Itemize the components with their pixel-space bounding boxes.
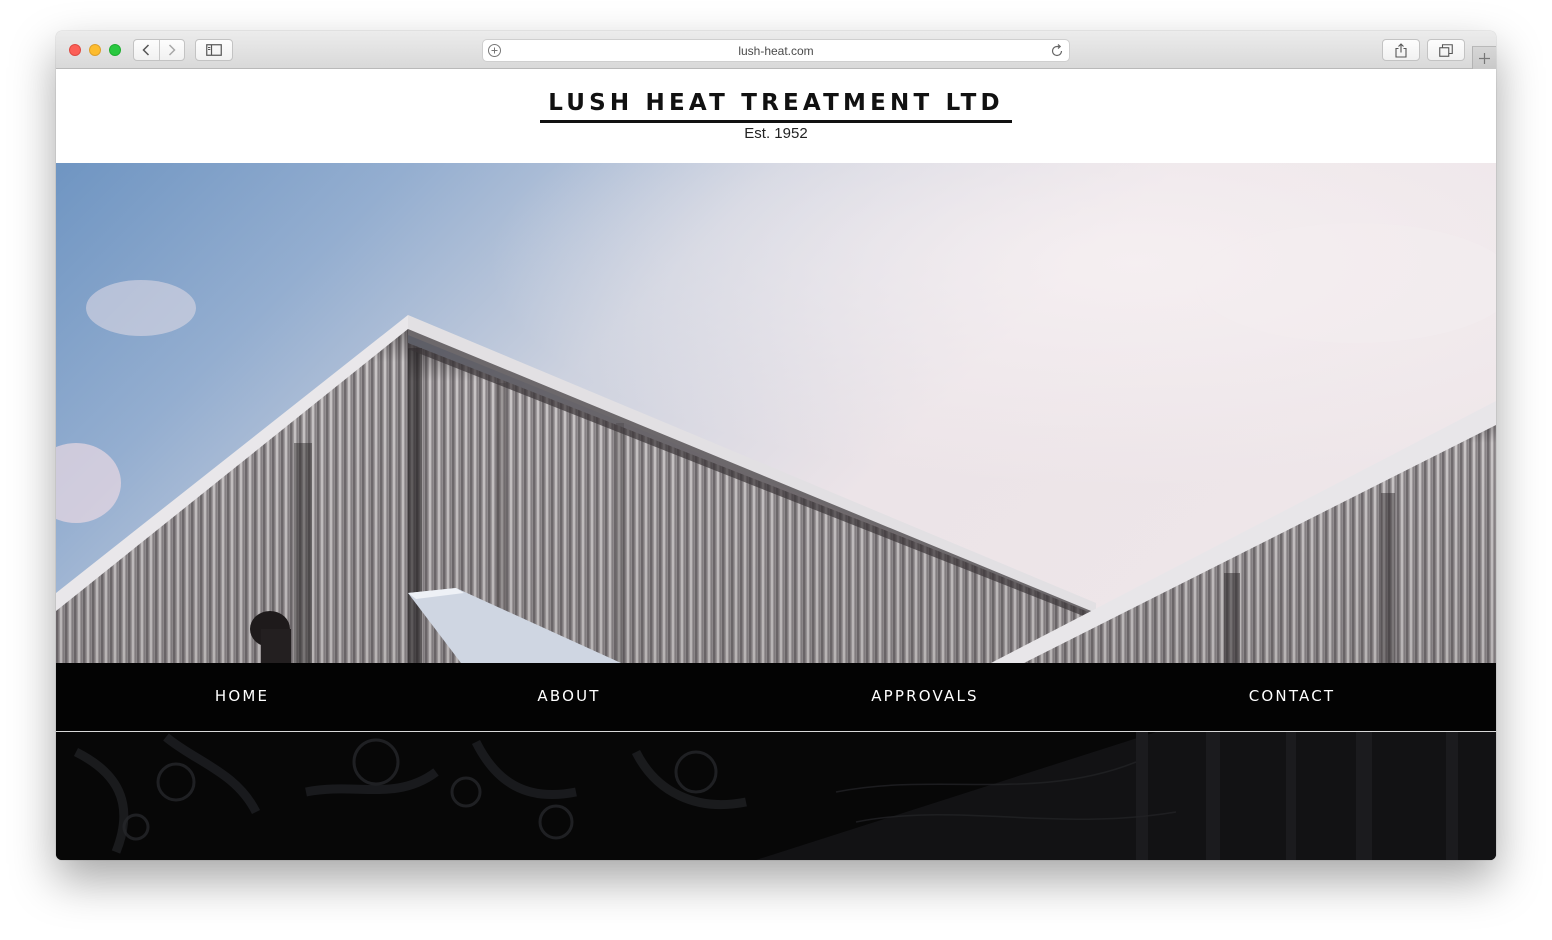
show-tabs-button[interactable] — [1427, 39, 1465, 61]
tabs-icon — [1439, 43, 1453, 57]
minimize-window-button[interactable] — [89, 44, 101, 56]
address-bar[interactable]: lush-heat.com — [482, 39, 1070, 62]
sidebar-button[interactable] — [195, 39, 233, 61]
url-text: lush-heat.com — [738, 44, 814, 58]
close-window-button[interactable] — [69, 44, 81, 56]
site-tagline: Est. 1952 — [744, 125, 808, 142]
forward-button[interactable] — [158, 40, 185, 60]
nav-about-link[interactable]: ABOUT — [537, 687, 600, 705]
site-title[interactable]: LUSH HEAT TREATMENT LTD — [540, 88, 1012, 123]
plus-icon — [1479, 52, 1490, 64]
hero-image — [56, 163, 1496, 663]
reload-icon[interactable] — [1050, 43, 1064, 58]
nav-approvals-link[interactable]: APPROVALS — [871, 687, 979, 705]
share-icon — [1395, 42, 1407, 58]
main-navigation: HOME ABOUT APPROVALS CONTACT — [56, 663, 1496, 732]
chevron-left-icon — [142, 44, 150, 56]
nav-home-link[interactable]: HOME — [215, 687, 269, 705]
maximize-window-button[interactable] — [109, 44, 121, 56]
browser-window: lush-heat.com LUSH HEAT TREATMENT LTD Es… — [56, 31, 1496, 860]
web-page: LUSH HEAT TREATMENT LTD Est. 1952 HOME A… — [56, 69, 1496, 860]
history-navigation — [133, 39, 185, 61]
chevron-right-icon — [168, 44, 176, 56]
back-button[interactable] — [134, 40, 159, 60]
nav-contact-link[interactable]: CONTACT — [1249, 687, 1336, 705]
browser-toolbar: lush-heat.com — [56, 31, 1496, 69]
share-button[interactable] — [1382, 39, 1420, 61]
site-header: LUSH HEAT TREATMENT LTD Est. 1952 — [56, 69, 1496, 163]
new-tab-button[interactable] — [1472, 46, 1496, 69]
machinery-background-image — [56, 732, 1496, 860]
sidebar-icon — [206, 44, 222, 56]
